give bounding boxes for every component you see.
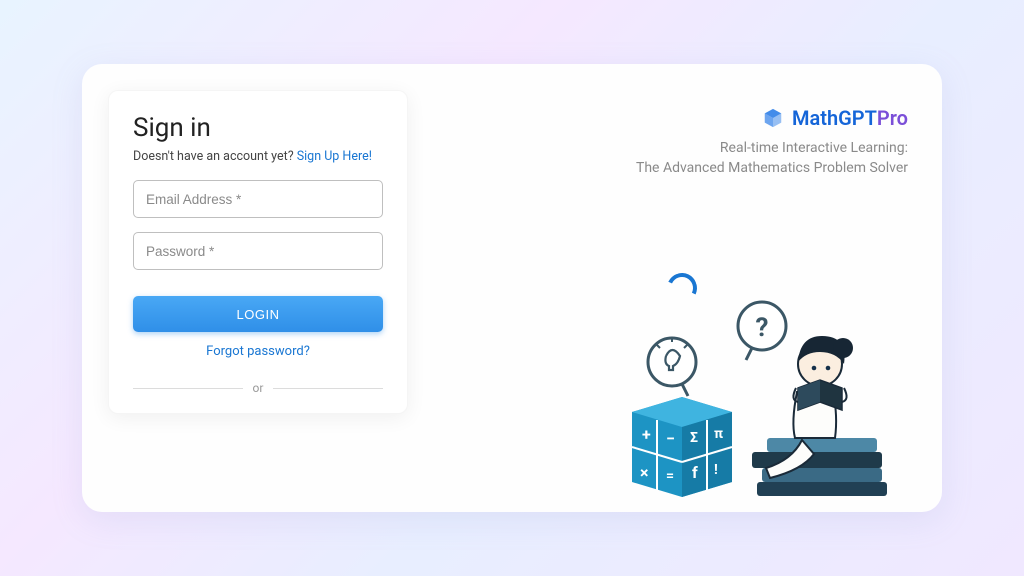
svg-text:×: × (640, 463, 649, 482)
svg-text:Σ: Σ (690, 430, 698, 446)
question-bubble-icon: ? (738, 302, 786, 360)
password-field[interactable] (133, 232, 383, 270)
left-panel: Sign in Doesn't have an account yet? Sig… (82, 64, 422, 512)
math-cube-icon: + − × = Σ π f ! (632, 397, 732, 497)
brand-name-b: Pro (877, 106, 908, 130)
brand-name-a: MathGPT (792, 106, 877, 130)
signin-title: Sign in (133, 113, 383, 143)
tagline: Real-time Interactive Learning: The Adva… (636, 138, 908, 179)
brand: MathGPTPro (762, 106, 908, 130)
signin-box: Sign in Doesn't have an account yet? Sig… (108, 90, 408, 414)
tagline-line-1: Real-time Interactive Learning: (636, 138, 908, 158)
svg-text:π: π (714, 426, 723, 442)
svg-text:?: ? (756, 313, 769, 343)
lightbulb-bubble-icon (648, 338, 696, 396)
email-field[interactable] (133, 180, 383, 218)
signup-link[interactable]: Sign Up Here! (297, 149, 372, 164)
forgot-password-link[interactable]: Forgot password? (133, 344, 383, 359)
svg-text:+: + (642, 425, 651, 444)
brand-cube-icon (762, 107, 784, 129)
divider-label: or (243, 381, 274, 395)
login-card: Sign in Doesn't have an account yet? Sig… (82, 64, 942, 512)
signup-text: Doesn't have an account yet? (133, 149, 297, 164)
svg-text:−: − (666, 429, 675, 448)
signup-prompt: Doesn't have an account yet? Sign Up Her… (133, 149, 383, 164)
right-panel: MathGPTPro Real-time Interactive Learnin… (422, 64, 942, 512)
brand-name: MathGPTPro (792, 106, 908, 130)
svg-text:f: f (692, 463, 698, 482)
illustration: + − × = Σ π f ! ? (602, 292, 932, 512)
svg-text:!: ! (714, 462, 718, 478)
login-button[interactable]: LOGIN (133, 296, 383, 332)
svg-text:=: = (666, 468, 674, 484)
tagline-line-2: The Advanced Mathematics Problem Solver (636, 158, 908, 178)
divider-or: or (133, 381, 383, 395)
